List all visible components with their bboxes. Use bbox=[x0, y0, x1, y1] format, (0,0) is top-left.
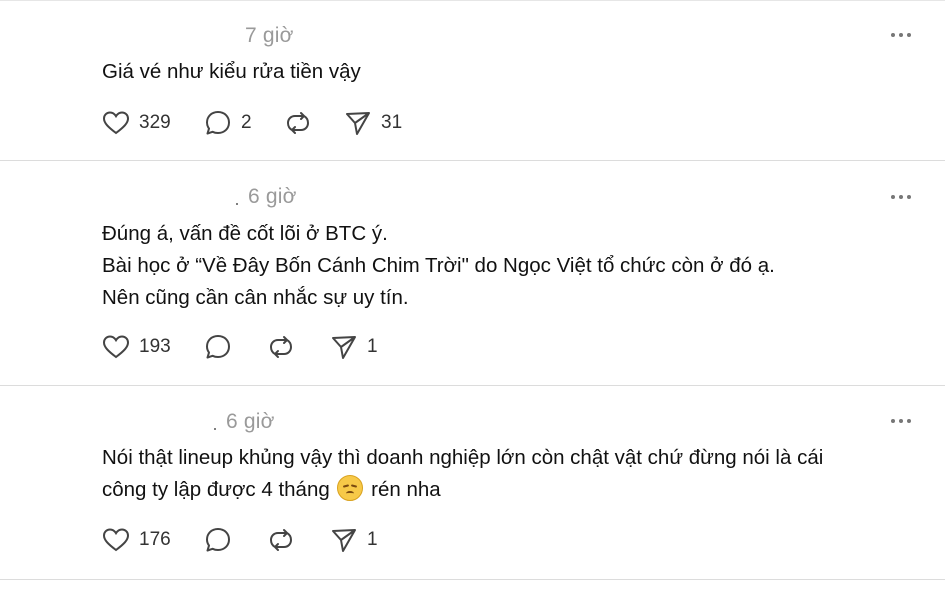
like-count: 176 bbox=[139, 529, 171, 550]
reply-button[interactable]: 2 bbox=[204, 109, 252, 137]
share-count: 1 bbox=[367, 529, 378, 550]
like-count: 329 bbox=[139, 112, 171, 133]
repost-button[interactable] bbox=[284, 109, 312, 137]
post-text: Giá vé như kiểu rửa tiền vậy bbox=[102, 56, 361, 88]
post-text-fragment: công ty lập được 4 tháng bbox=[102, 478, 330, 501]
post-timestamp: 6 giờ bbox=[248, 185, 297, 208]
comment-bubble-icon bbox=[206, 111, 230, 135]
post-text-line: Đúng á, vấn đề cốt lõi ở BTC ý. bbox=[102, 222, 388, 245]
heart-icon bbox=[102, 528, 130, 552]
post-text-line: Bài học ở “Về Đây Bốn Cánh Chim Trời" do… bbox=[102, 254, 775, 277]
comment-bubble-icon bbox=[206, 528, 230, 552]
reply-post-3: 6 giờ Nói thật lineup khủng vậy thì doan… bbox=[0, 386, 945, 579]
more-options-button[interactable] bbox=[891, 194, 911, 200]
repost-icon bbox=[270, 336, 292, 358]
more-options-button[interactable] bbox=[891, 32, 911, 38]
reply-post-2: 6 giờ Đúng á, vấn đề cốt lõi ở BTC ý. Bà… bbox=[0, 161, 945, 385]
post-text: Đúng á, vấn đề cốt lõi ở BTC ý. Bài học … bbox=[102, 218, 775, 314]
repost-button[interactable] bbox=[267, 333, 295, 361]
share-count: 1 bbox=[367, 336, 378, 357]
repost-button[interactable] bbox=[267, 526, 295, 554]
reply-button[interactable] bbox=[204, 526, 232, 554]
post-text-line-2: công ty lập được 4 tháng rén nha bbox=[102, 474, 823, 506]
heart-icon bbox=[102, 111, 130, 135]
repost-icon bbox=[287, 112, 309, 134]
repost-icon bbox=[270, 529, 292, 551]
post-text-line: Nên cũng cần cân nhắc sự uy tín. bbox=[102, 286, 409, 309]
share-count: 31 bbox=[381, 112, 403, 133]
pensive-face-icon bbox=[337, 475, 364, 501]
comment-bubble-icon bbox=[206, 335, 230, 359]
username-placeholder bbox=[214, 428, 216, 430]
post-text: Nói thật lineup khủng vậy thì doanh nghi… bbox=[102, 442, 823, 506]
post-timestamp: 7 giờ bbox=[245, 24, 294, 47]
post-text-fragment: rén nha bbox=[371, 478, 441, 501]
send-icon bbox=[332, 336, 356, 359]
share-button[interactable]: 1 bbox=[330, 333, 378, 361]
reply-button[interactable] bbox=[204, 333, 232, 361]
post-text-line: Giá vé như kiểu rửa tiền vậy bbox=[102, 60, 361, 83]
post-text-line: Nói thật lineup khủng vậy thì doanh nghi… bbox=[102, 446, 824, 469]
like-button[interactable]: 193 bbox=[102, 333, 171, 361]
post-divider bbox=[0, 579, 945, 580]
like-count: 193 bbox=[139, 336, 171, 357]
send-icon bbox=[332, 529, 356, 552]
post-timestamp: 6 giờ bbox=[226, 410, 275, 433]
heart-icon bbox=[102, 335, 130, 359]
more-options-button[interactable] bbox=[891, 418, 911, 424]
share-button[interactable]: 31 bbox=[344, 109, 402, 137]
username-placeholder bbox=[236, 203, 238, 205]
send-icon bbox=[346, 112, 370, 135]
reply-count: 2 bbox=[241, 112, 252, 133]
reply-post-1: 7 giờ Giá vé như kiểu rửa tiền vậy 329 2… bbox=[0, 0, 945, 160]
share-button[interactable]: 1 bbox=[330, 526, 378, 554]
like-button[interactable]: 176 bbox=[102, 526, 171, 554]
like-button[interactable]: 329 bbox=[102, 109, 171, 137]
